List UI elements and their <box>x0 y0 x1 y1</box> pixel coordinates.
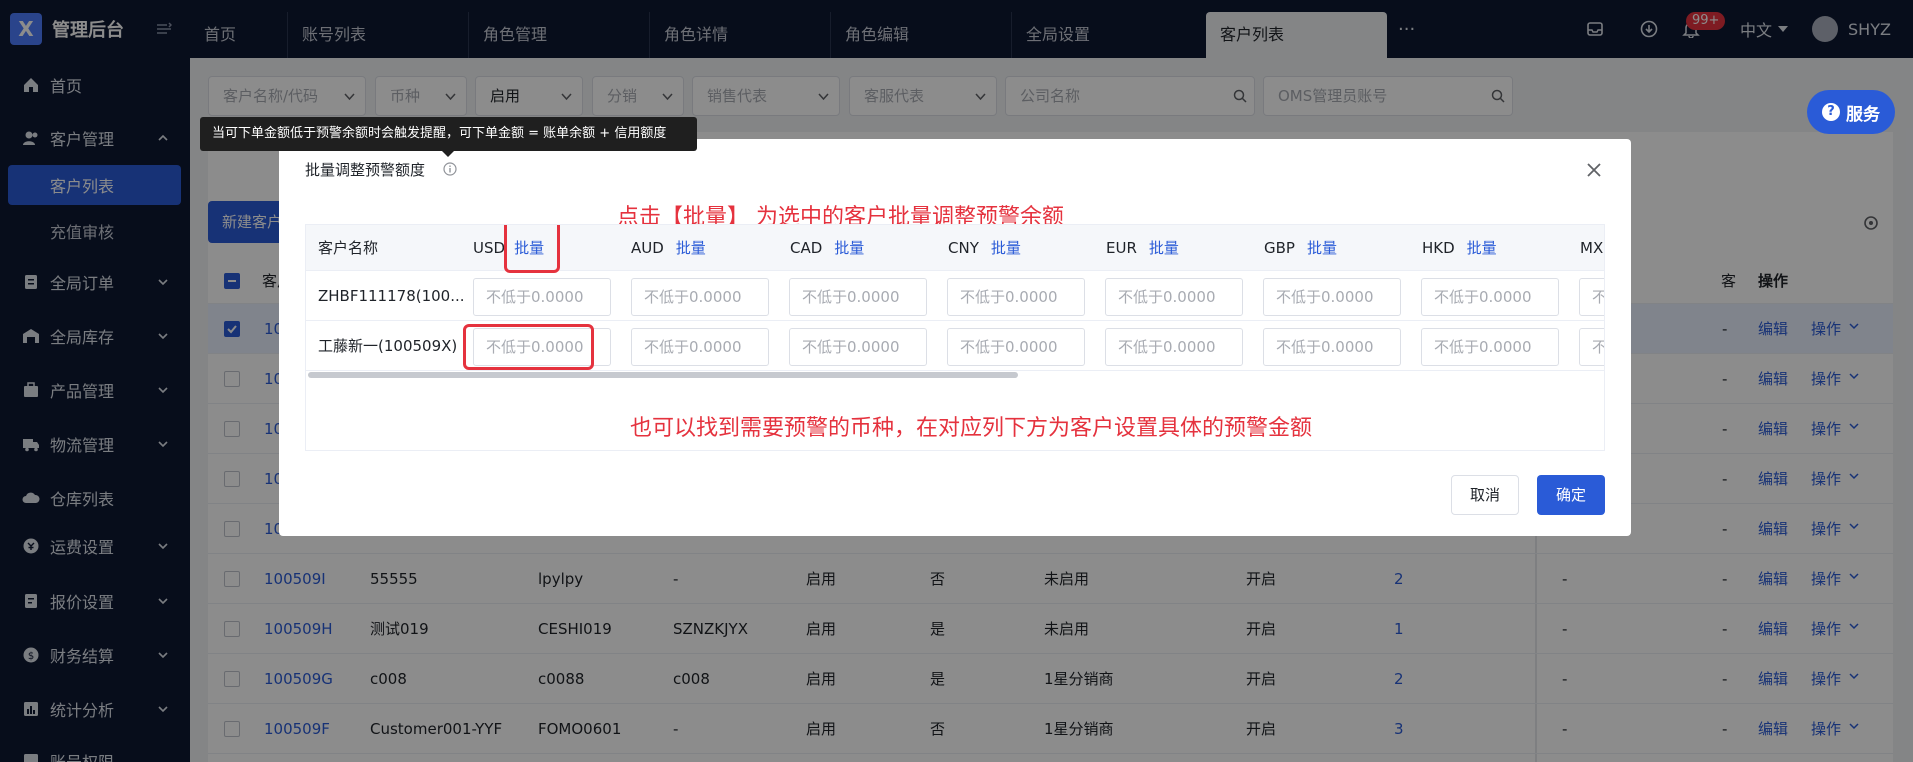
service-label: 服务 <box>1846 104 1880 125</box>
currency-code: USD <box>473 239 506 257</box>
column-header-eur: EUR 批量 <box>1106 225 1179 271</box>
horizontal-scrollbar[interactable] <box>308 372 1018 378</box>
annotation-per-currency-hint: 也可以找到需要预警的币种，在对应列下方为客户设置具体的预警金额 <box>630 416 1313 441</box>
service-button[interactable]: ? 服务 <box>1807 90 1895 134</box>
currency-code: GBP <box>1264 239 1295 257</box>
threshold-input-hkd[interactable]: 不低于0.0000 <box>1421 328 1559 366</box>
currency-code: AUD <box>631 239 664 257</box>
batch-button-cad[interactable]: 批量 <box>834 239 864 257</box>
threshold-input-eur[interactable]: 不低于0.0000 <box>1105 328 1243 366</box>
info-icon[interactable] <box>443 162 457 176</box>
column-header-cad: CAD 批量 <box>790 225 864 271</box>
threshold-input-cny[interactable]: 不低于0.0000 <box>947 278 1085 316</box>
highlight-usd-input <box>463 324 594 370</box>
column-header-cny: CNY 批量 <box>948 225 1021 271</box>
threshold-input-eur[interactable]: 不低于0.0000 <box>1105 278 1243 316</box>
threshold-input-aud[interactable]: 不低于0.0000 <box>631 328 769 366</box>
column-header-mx: MX <box>1580 239 1604 257</box>
highlight-batch-button <box>504 225 560 273</box>
close-icon[interactable] <box>1586 162 1602 178</box>
currency-code: EUR <box>1106 239 1137 257</box>
threshold-input-hkd[interactable]: 不低于0.0000 <box>1421 278 1559 316</box>
column-header-aud: AUD 批量 <box>631 225 706 271</box>
cancel-button[interactable]: 取消 <box>1451 475 1519 515</box>
threshold-input-gbp[interactable]: 不低于0.0000 <box>1263 328 1401 366</box>
batch-button-cny[interactable]: 批量 <box>991 239 1021 257</box>
currency-code: CNY <box>948 239 979 257</box>
batch-button-gbp[interactable]: 批量 <box>1307 239 1337 257</box>
currency-code: CAD <box>790 239 823 257</box>
batch-button-aud[interactable]: 批量 <box>676 239 706 257</box>
threshold-input-gbp[interactable]: 不低于0.0000 <box>1263 278 1401 316</box>
confirm-button[interactable]: 确定 <box>1537 475 1605 515</box>
threshold-input-mx[interactable]: 不 <box>1579 278 1604 316</box>
batch-warning-modal: 批量调整预警额度 点击【批量】 为选中的客户批量调整预警余额 客户名称 USD 批… <box>279 139 1631 536</box>
modal-title: 批量调整预警额度 <box>305 161 426 179</box>
customer-name: ZHBF111178(100... <box>318 287 465 305</box>
threshold-input-mx[interactable]: 不 <box>1579 328 1604 366</box>
currency-code: HKD <box>1422 239 1455 257</box>
threshold-input-cny[interactable]: 不低于0.0000 <box>947 328 1085 366</box>
grid-header: 客户名称 USD 批量 AUD 批量 CAD 批量 CNY 批量 EUR 批量 GBP 批量… <box>306 225 1604 271</box>
threshold-input-usd[interactable]: 不低于0.0000 <box>473 278 611 316</box>
threshold-input-aud[interactable]: 不低于0.0000 <box>631 278 769 316</box>
column-header-hkd: HKD 批量 <box>1422 225 1497 271</box>
customer-name: 工藤新一(100509X) <box>318 337 458 355</box>
column-header-customer-name: 客户名称 <box>318 239 379 257</box>
threshold-input-cad[interactable]: 不低于0.0000 <box>789 278 927 316</box>
warning-tooltip: 当可下单金额低于预警余额时会触发提醒，可下单金额 = 账单余额 + 信用额度 <box>200 117 697 157</box>
grid-row: ZHBF111178(100... 不低于0.0000 不低于0.0000 不低… <box>306 271 1604 321</box>
column-header-gbp: GBP 批量 <box>1264 225 1337 271</box>
question-icon: ? <box>1822 103 1840 121</box>
batch-button-hkd[interactable]: 批量 <box>1467 239 1497 257</box>
batch-button-eur[interactable]: 批量 <box>1149 239 1179 257</box>
threshold-input-cad[interactable]: 不低于0.0000 <box>789 328 927 366</box>
